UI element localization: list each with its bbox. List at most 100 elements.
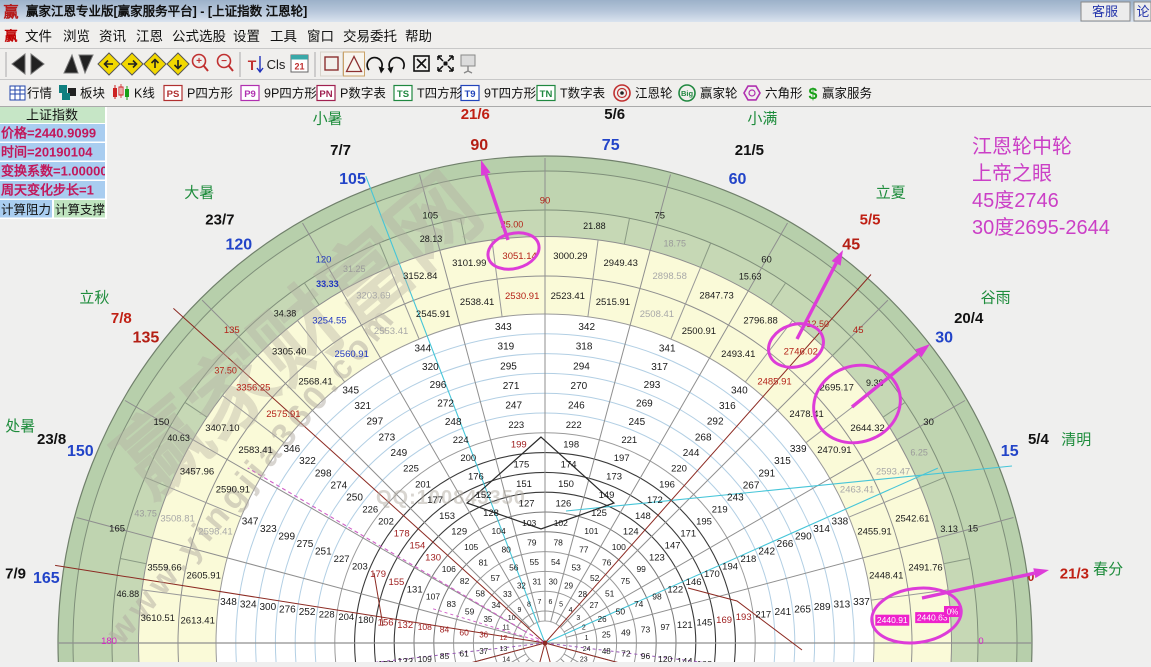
svg-text:248: 248	[445, 417, 462, 428]
svg-text:217: 217	[755, 610, 771, 621]
svg-text:公式选股: 公式选股	[172, 29, 226, 44]
svg-text:21/6: 21/6	[461, 106, 490, 123]
svg-text:220: 220	[671, 464, 687, 475]
svg-text:2590.91: 2590.91	[216, 484, 250, 495]
svg-text:314: 314	[813, 524, 830, 535]
svg-text:21/5: 21/5	[735, 142, 764, 159]
svg-text:204: 204	[338, 612, 354, 623]
svg-text:80: 80	[501, 544, 511, 554]
svg-text:146: 146	[686, 577, 702, 588]
svg-text:169: 169	[716, 615, 732, 626]
svg-text:−: −	[221, 56, 227, 67]
svg-text:147: 147	[665, 540, 681, 551]
svg-text:224: 224	[453, 435, 469, 446]
svg-text:193: 193	[736, 612, 752, 623]
svg-text:293: 293	[644, 380, 661, 391]
svg-text:工具: 工具	[270, 29, 297, 44]
svg-text:342: 342	[578, 322, 595, 333]
svg-text:242: 242	[758, 547, 775, 558]
svg-text:15.63: 15.63	[739, 272, 762, 282]
svg-text:55: 55	[530, 557, 540, 567]
svg-text:144: 144	[677, 657, 693, 662]
svg-text:PS: PS	[167, 89, 180, 100]
svg-text:275: 275	[297, 539, 314, 550]
svg-text:3203.69: 3203.69	[356, 290, 390, 301]
svg-text:128: 128	[483, 508, 499, 519]
svg-text:165: 165	[109, 524, 125, 535]
svg-text:TS: TS	[397, 89, 409, 100]
svg-text:150: 150	[558, 479, 574, 490]
svg-text:104: 104	[492, 526, 506, 536]
svg-text:243: 243	[727, 492, 744, 503]
svg-text:171: 171	[680, 528, 696, 539]
svg-text:9T四方形: 9T四方形	[484, 86, 537, 101]
svg-text:2695.17: 2695.17	[820, 383, 854, 394]
svg-text:85: 85	[440, 651, 450, 661]
svg-text:201: 201	[415, 479, 431, 490]
svg-text:120: 120	[316, 255, 332, 266]
svg-text:处暑: 处暑	[5, 418, 35, 435]
svg-text:126: 126	[555, 499, 571, 510]
svg-text:199: 199	[511, 440, 527, 451]
svg-text:2644.32: 2644.32	[850, 423, 884, 434]
svg-text:0%: 0%	[947, 608, 959, 617]
svg-text:150: 150	[153, 417, 169, 428]
svg-text:交易委托: 交易委托	[343, 28, 397, 44]
svg-text:K线: K线	[134, 87, 155, 101]
svg-text:江恩轮: 江恩轮	[635, 87, 673, 101]
svg-text:5/5: 5/5	[860, 212, 881, 229]
svg-text:25: 25	[602, 631, 611, 640]
svg-text:T: T	[248, 57, 257, 73]
svg-text:45度2746: 45度2746	[972, 189, 1059, 212]
svg-text:99: 99	[636, 564, 646, 574]
svg-text:135: 135	[224, 325, 240, 336]
svg-text:109: 109	[418, 654, 432, 662]
svg-text:文件: 文件	[25, 29, 52, 44]
svg-text:Cls: Cls	[267, 57, 286, 72]
svg-text:6.25: 6.25	[910, 448, 928, 458]
svg-text:156: 156	[378, 617, 394, 628]
svg-text:23/8: 23/8	[37, 431, 66, 448]
svg-text:266: 266	[777, 539, 794, 550]
svg-text:120: 120	[225, 237, 252, 254]
svg-text:2440.63: 2440.63	[917, 613, 948, 623]
svg-text:178: 178	[394, 528, 410, 539]
svg-text:时间=20190104: 时间=20190104	[1, 145, 93, 160]
svg-text:价格=2440.9099: 价格=2440.9099	[1, 126, 96, 141]
svg-text:75: 75	[621, 576, 631, 586]
svg-text:上证指数: 上证指数	[26, 108, 78, 123]
svg-text:57: 57	[491, 573, 501, 583]
svg-text:2605.91: 2605.91	[187, 570, 221, 581]
svg-text:3152.84: 3152.84	[403, 271, 437, 282]
svg-text:135: 135	[133, 329, 160, 346]
svg-text:浏览: 浏览	[63, 29, 90, 44]
svg-text:228: 228	[319, 610, 335, 621]
svg-text:130: 130	[425, 553, 441, 564]
svg-text:341: 341	[659, 344, 676, 355]
svg-text:200: 200	[460, 453, 476, 464]
svg-text:83: 83	[447, 599, 457, 609]
svg-text:行情: 行情	[27, 87, 52, 101]
svg-text:123: 123	[649, 553, 665, 564]
svg-text:122: 122	[667, 584, 683, 595]
svg-text:77: 77	[579, 544, 589, 554]
svg-text:2898.58: 2898.58	[653, 271, 687, 282]
svg-text:37: 37	[479, 647, 488, 656]
svg-text:3305.40: 3305.40	[272, 347, 306, 358]
svg-text:2613.41: 2613.41	[181, 616, 215, 627]
svg-text:2593.47: 2593.47	[876, 467, 910, 478]
svg-text:谷雨: 谷雨	[981, 290, 1011, 307]
svg-text:2493.41: 2493.41	[721, 349, 755, 360]
svg-text:246: 246	[568, 401, 585, 412]
svg-text:297: 297	[366, 417, 383, 428]
svg-text:7: 7	[538, 599, 542, 606]
svg-text:316: 316	[719, 401, 736, 412]
svg-text:100: 100	[612, 542, 626, 552]
svg-text:299: 299	[278, 532, 295, 543]
svg-text:180: 180	[101, 636, 117, 647]
svg-text:32: 32	[517, 582, 526, 591]
svg-text:2847.73: 2847.73	[699, 290, 733, 301]
svg-text:75: 75	[654, 210, 665, 221]
svg-text:300: 300	[259, 602, 276, 613]
svg-text:24: 24	[583, 646, 591, 653]
